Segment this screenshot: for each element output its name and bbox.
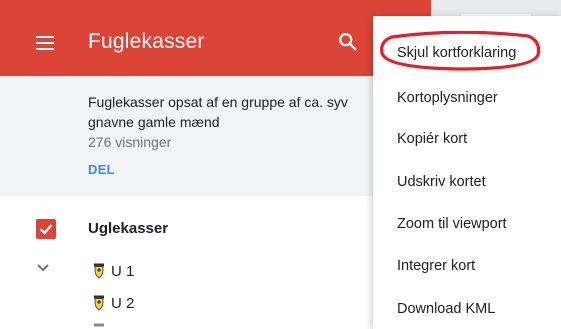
map-description: Fuglekasser opsat af en gruppe af ca. sy…: [88, 94, 348, 130]
menu-item-map-details[interactable]: Kortoplysninger: [373, 79, 561, 119]
search-icon[interactable]: [337, 31, 359, 53]
layer-checkbox[interactable]: [36, 219, 56, 239]
menu-item-embed-map[interactable]: Integrer kort: [373, 247, 561, 287]
owl-box-pin-icon: [94, 295, 104, 311]
checkbox-checked-icon: [39, 224, 53, 235]
menu-item-print-map[interactable]: Udskriv kortet: [373, 163, 561, 203]
owl-box-pin-icon: [94, 263, 104, 279]
annotation-circle: [380, 31, 541, 71]
menu-item-label: Integrer kort: [397, 258, 476, 274]
item-label: U 1: [111, 263, 135, 280]
menu-item-copy-map[interactable]: Kopiér kort: [373, 120, 561, 160]
chevron-down-icon[interactable]: [36, 263, 50, 273]
layer-name[interactable]: Uglekasser: [88, 220, 168, 237]
menu-icon[interactable]: [36, 36, 54, 50]
app-bar: Fuglekasser: [0, 0, 431, 76]
owl-box-pin-icon: [94, 323, 104, 327]
item-label: U 2: [111, 295, 135, 312]
menu-item-label: Kortoplysninger: [397, 90, 498, 106]
view-count: 276 visninger: [88, 134, 172, 150]
legend-panel: Fuglekasser Fuglekasser opsat af en grup…: [0, 0, 431, 329]
map-road: [461, 0, 531, 16]
share-link[interactable]: DEL: [88, 162, 115, 177]
map-info: Fuglekasser opsat af en gruppe af ca. sy…: [0, 76, 431, 196]
menu-item-zoom-to-viewport[interactable]: Zoom til viewport: [373, 205, 561, 245]
menu-item-label: Zoom til viewport: [397, 216, 507, 232]
menu-item-download-kml[interactable]: Download KML: [373, 290, 561, 329]
menu-item-label: Download KML: [397, 301, 496, 317]
menu-item-label: Kopiér kort: [397, 131, 468, 147]
app-title: Fuglekasser: [88, 30, 205, 53]
menu-item-label: Udskriv kortet: [397, 174, 486, 190]
